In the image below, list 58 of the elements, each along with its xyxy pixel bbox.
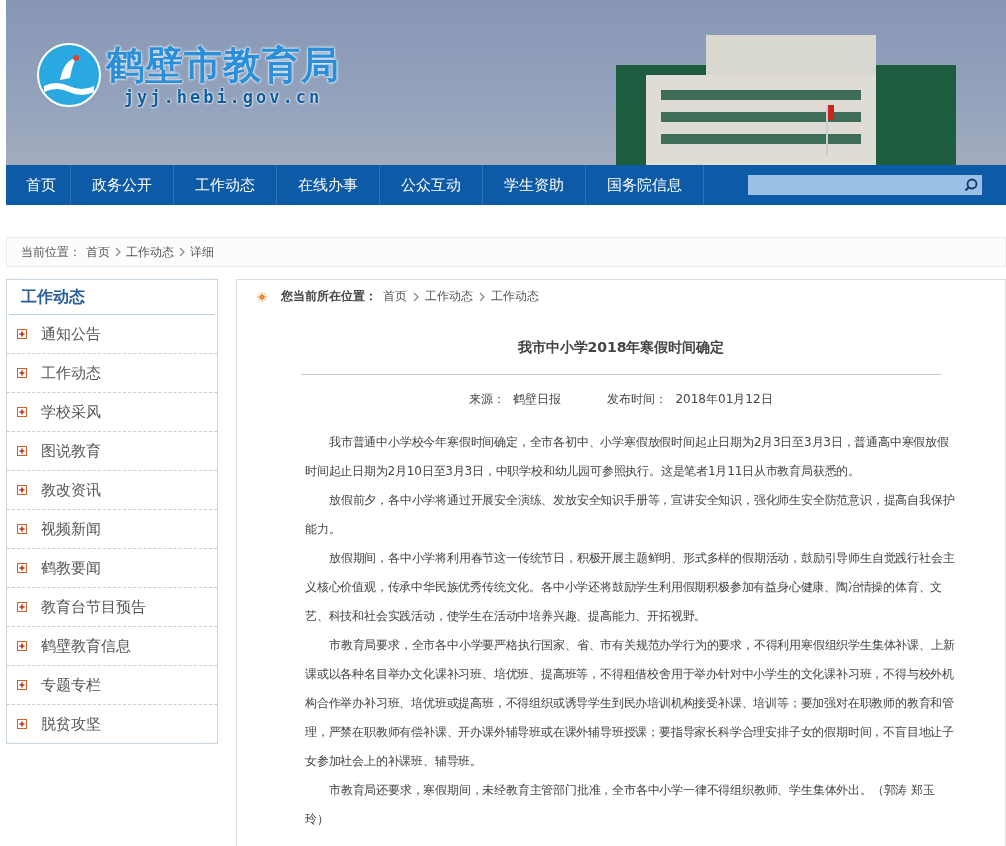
location-label: 当前位置：	[21, 243, 81, 261]
sidebar-item[interactable]: 通知公告	[7, 315, 217, 354]
chevron-icon	[115, 247, 121, 257]
source-label: 来源：	[469, 391, 506, 408]
nav-link[interactable]: 工作动态	[174, 165, 277, 205]
breadcrumb-link[interactable]: 详细	[190, 243, 214, 261]
article-paragraph: 市教育局要求，全市各中小学要严格执行国家、省、市有关规范办学行为的要求，不得利用寒假组织学生集体补课、上新课或以各种名目举办文化课补习班、培优班、提高班等，不得租借校舍用于举办针对中小学生的文化课补习班，不得与校外机构合作举办补习班、培优班或提高班，不得组织或诱导学生到民办培训机构接受补课、培训等；要加强对在职教师的教育和管理，严禁在职教师有偿补课、开办课外辅导班或在课外辅导班授课；要指导家长科学合理安排子女的假期时间，不盲目地让子女参加社会上的补课班、辅导班。	[305, 637, 955, 770]
plus-icon	[17, 485, 27, 495]
plus-icon	[17, 719, 27, 729]
sidebar-item[interactable]: 工作动态	[7, 354, 217, 393]
crane-logo-icon	[36, 42, 102, 108]
plus-icon	[17, 329, 27, 339]
chevron-icon	[179, 247, 185, 257]
breadcrumb-link[interactable]: 工作动态	[491, 288, 539, 305]
site-name: 鹤壁市教育局	[106, 43, 340, 87]
source-value: 鹤壁日报	[513, 391, 562, 408]
nav-link[interactable]: 政务公开	[71, 165, 174, 205]
article-title: 我市中小学2018年寒假时间确定	[516, 339, 726, 357]
plus-icon	[17, 407, 27, 417]
nav-link[interactable]: 公众互动	[380, 165, 483, 205]
sidebar-item[interactable]: 专题专栏	[7, 666, 217, 705]
sidebar-title: 工作动态	[9, 280, 215, 315]
chevron-icon	[413, 291, 419, 302]
star-burst-icon	[257, 291, 267, 302]
plus-icon	[17, 680, 27, 690]
breadcrumb-link[interactable]: 工作动态	[425, 288, 473, 305]
search-icon[interactable]	[964, 178, 978, 192]
plus-icon	[17, 524, 27, 534]
plus-icon	[17, 446, 27, 456]
site-domain: jyj.hebi.gov.cn	[123, 87, 323, 107]
sidebar-item[interactable]: 教育台节目预告	[7, 588, 217, 627]
sidebar-item[interactable]: 图说教育	[7, 432, 217, 471]
nav-link[interactable]: 首页	[6, 165, 71, 205]
nav-link[interactable]: 在线办事	[277, 165, 380, 205]
sidebar-item[interactable]: 鹤壁教育信息	[7, 627, 217, 666]
sidebar-item[interactable]: 鹤教要闻	[7, 549, 217, 588]
sidebar-item[interactable]: 脱贫攻坚	[7, 705, 217, 743]
breadcrumb-link[interactable]: 工作动态	[126, 243, 174, 261]
breadcrumb-link[interactable]: 首页	[383, 288, 407, 305]
search-field[interactable]	[748, 175, 982, 195]
article-paragraph: 放假前夕，各中小学将通过开展安全演练、发放安全知识手册等，宣讲安全知识，强化师生安全防范意识，提高自我保护能力。	[305, 492, 955, 538]
location-label: 您当前所在位置：	[281, 288, 377, 305]
nav-link[interactable]: 学生资助	[483, 165, 586, 205]
plus-icon	[17, 641, 27, 651]
plus-icon	[17, 602, 27, 612]
sidebar-item[interactable]: 学校采风	[7, 393, 217, 432]
breadcrumb-link[interactable]: 首页	[86, 243, 110, 261]
chevron-icon	[479, 291, 485, 302]
plus-icon	[17, 563, 27, 573]
sidebar-item[interactable]: 视频新闻	[7, 510, 217, 549]
date-label: 发布时间：	[607, 391, 668, 408]
article-paragraph: 我市普通中小学校今年寒假时间确定，全市各初中、小学寒假放假时间起止日期为2月3日至3月3日，普通高中寒假放假时间起止日期为2月10日至3月3日，中职学校和幼儿园可参照执行。这是笔者1月11日从市教育局获悉的。	[305, 434, 950, 480]
article-paragraph: 市教育局还要求，寒假期间，未经教育主管部门批准，全市各中小学一律不得组织教师、学生集体外出。（郭涛 郑玉玲）	[305, 782, 936, 828]
sidebar-item[interactable]: 教改资讯	[7, 471, 217, 510]
date-value: 2018年01月12日	[675, 391, 773, 408]
plus-icon	[17, 368, 27, 378]
article-paragraph: 放假期间，各中小学将利用春节这一传统节日，积极开展主题鲜明、形式多样的假期活动，鼓励引导师生自觉践行社会主义核心价值观，传承中华民族优秀传统文化。各中小学还将鼓励学生利用假期积极参加有益身心健康、陶冶情操的体育、文艺、科技和社会实践活动，使学生在活动中培养兴趣、提高能力、开拓视野。	[305, 550, 955, 625]
nav-link[interactable]: 国务院信息	[586, 165, 704, 205]
